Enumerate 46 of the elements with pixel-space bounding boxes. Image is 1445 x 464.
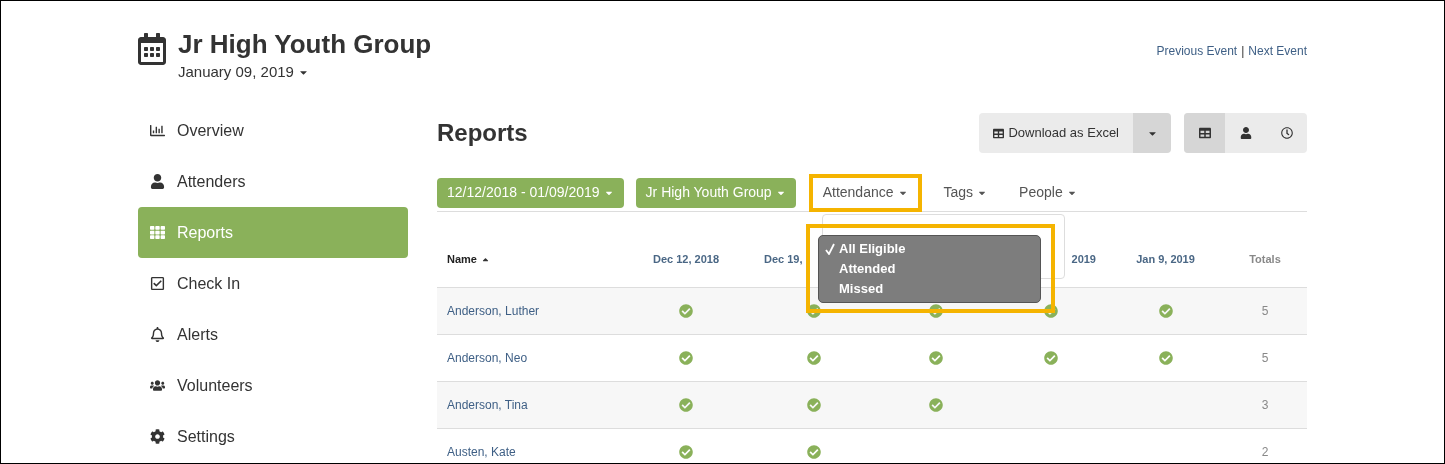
people-icon	[150, 378, 165, 393]
sidebar-item[interactable]: Overview	[138, 105, 408, 156]
event-title: Jr High Youth Group	[178, 31, 432, 57]
sidebar-item[interactable]: Alerts	[138, 309, 408, 360]
column-header: Dec 19,	[764, 251, 803, 267]
checkbox-icon	[150, 276, 165, 291]
person-link[interactable]: Anderson, Neo	[437, 349, 622, 367]
previous-event-link[interactable]: Previous Event	[1156, 42, 1238, 105]
view-toggle-button[interactable]	[1184, 113, 1225, 153]
filter-dropdown[interactable]: People	[1009, 177, 1087, 208]
total-cell-text: 5	[1261, 303, 1269, 320]
download-button[interactable]: Download as Excel	[979, 113, 1133, 153]
column-header: Dec 12, 2018	[652, 251, 720, 267]
sidebar-item[interactable]: Attenders	[138, 156, 408, 207]
total-cell-text: 3	[1261, 397, 1269, 414]
person-link[interactable]: Anderson, Tina	[437, 396, 622, 414]
sidebar-item[interactable]: Settings	[138, 411, 408, 462]
total-cell-text: 5	[1261, 350, 1269, 367]
menu-option[interactable]: Attended	[819, 259, 1040, 279]
settings-icon	[150, 429, 165, 444]
column-header[interactable]: Name	[447, 250, 477, 268]
table-icon	[1198, 127, 1211, 139]
person-link[interactable]: Anderson, Luther	[437, 302, 622, 320]
sidebar-item[interactable]: Check In	[138, 258, 408, 309]
bell-icon	[150, 327, 165, 342]
menu-option[interactable]: All Eligible	[819, 239, 1040, 259]
grid-icon	[150, 225, 165, 240]
column-header: 2019	[1071, 251, 1096, 267]
calendar-icon	[138, 33, 166, 65]
sidebar-item[interactable]: Volunteers	[138, 360, 408, 411]
person-icon	[150, 174, 165, 189]
total-cell-text: 2	[1261, 444, 1269, 461]
filter-dropdown[interactable]: Tags	[933, 177, 998, 208]
person-link[interactable]: Austen, Kate	[437, 443, 622, 461]
next-event-link[interactable]: Next Event	[1248, 42, 1307, 105]
column-header: Jan 9, 2019	[1136, 251, 1195, 267]
menu-option[interactable]: Missed	[819, 279, 1040, 299]
filter-dropdown[interactable]: Attendance	[812, 177, 918, 208]
column-header: Totals	[1249, 251, 1281, 267]
chart-icon	[150, 123, 165, 138]
page-title: Reports	[437, 118, 528, 148]
link-separator: |	[1241, 43, 1245, 60]
date-dropdown[interactable]: January 09, 2019	[178, 61, 432, 84]
table-icon	[993, 127, 1005, 139]
person-icon	[1239, 127, 1252, 139]
clock-icon	[1280, 127, 1293, 139]
